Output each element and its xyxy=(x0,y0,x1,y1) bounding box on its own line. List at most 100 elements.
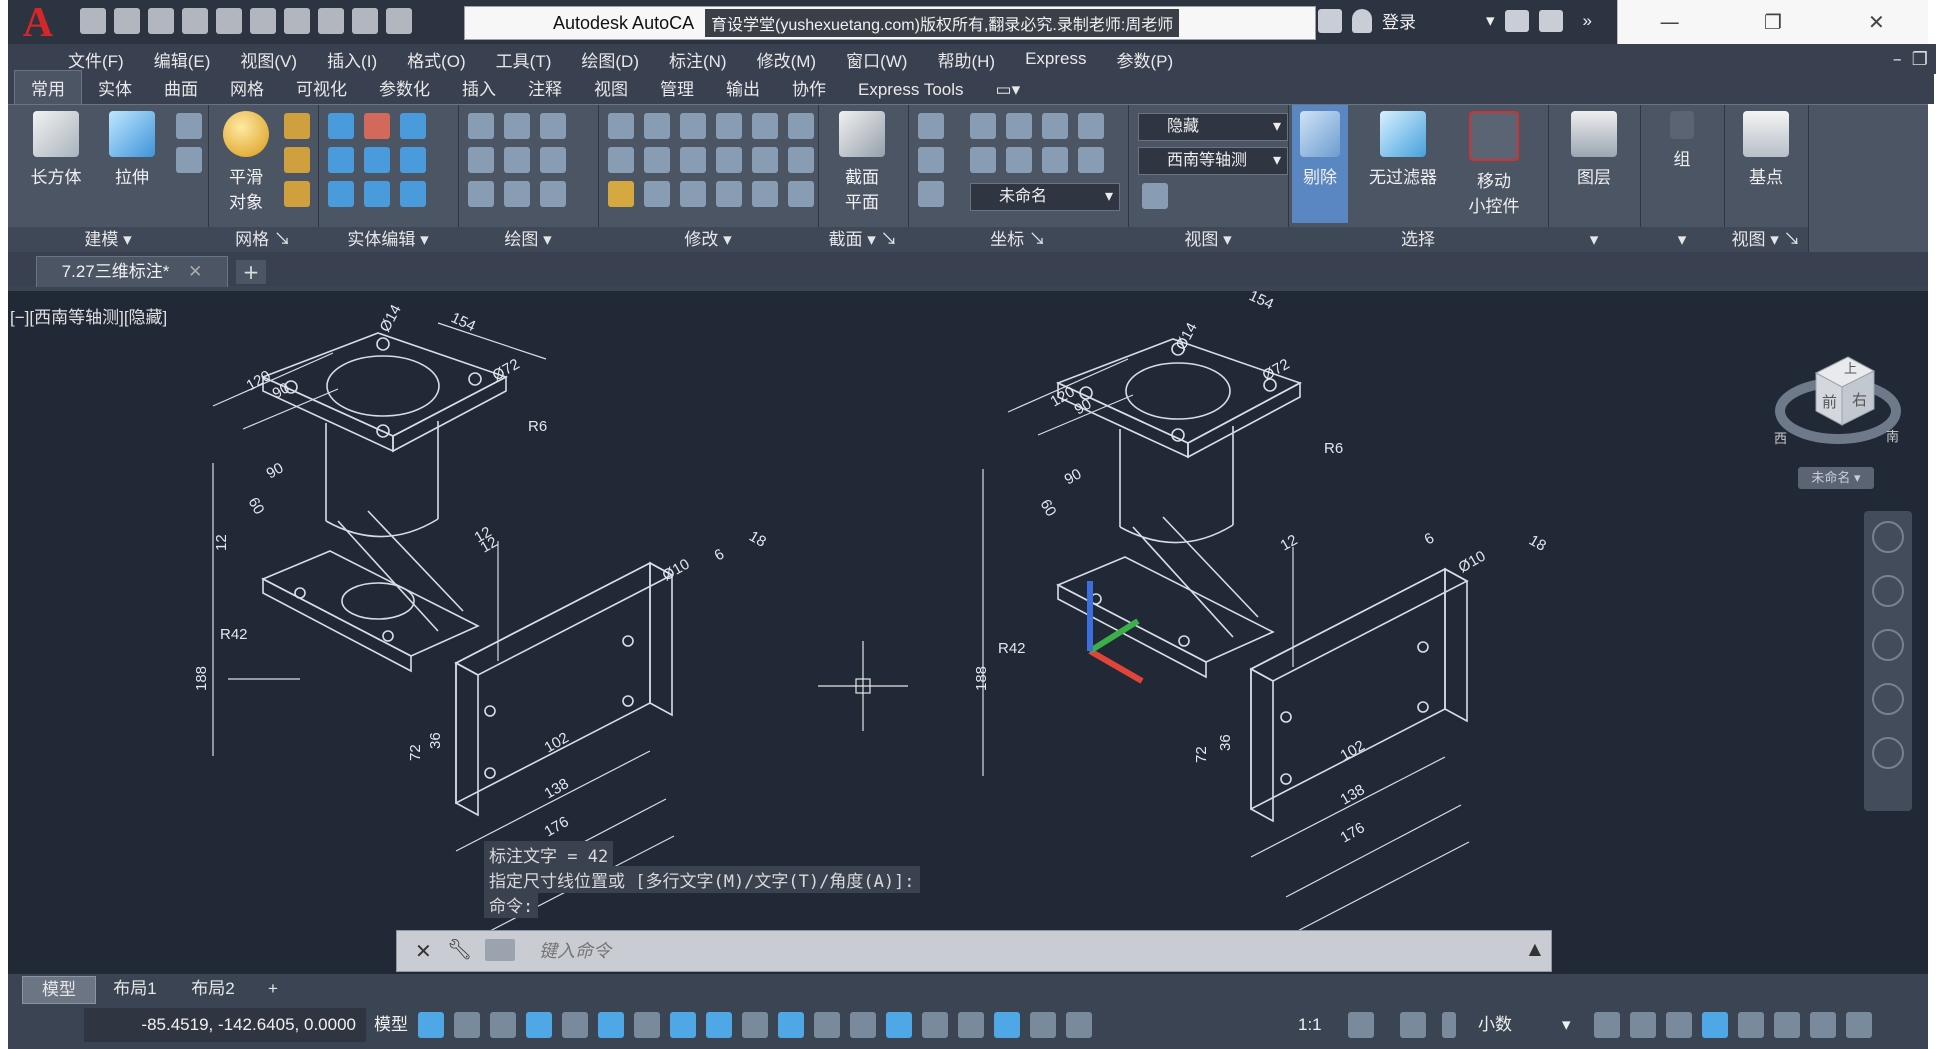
panel-view2-footer[interactable]: 视图 ▾ ↘ xyxy=(1724,227,1808,253)
units-dropdown-arrow[interactable]: ▾ xyxy=(1562,1008,1571,1042)
menu-modify[interactable]: 修改(M) xyxy=(742,47,831,72)
save-as-icon[interactable] xyxy=(182,8,208,34)
expand-icon[interactable]: » xyxy=(1583,11,1592,31)
object-snap-icon[interactable] xyxy=(706,1012,732,1038)
plus-icon[interactable] xyxy=(1400,1012,1426,1038)
erase-icon[interactable] xyxy=(788,147,814,173)
3d-align-icon[interactable] xyxy=(644,181,670,207)
close-icon[interactable]: ✕ xyxy=(1825,0,1928,44)
grid-icon[interactable] xyxy=(418,1012,444,1038)
user-icon[interactable] xyxy=(1352,8,1372,33)
trim-icon[interactable] xyxy=(752,113,778,139)
units-dropdown[interactable]: 小数 xyxy=(1478,1008,1512,1042)
coordinates-readout[interactable]: -85.4519, -142.6405, 0.0000 xyxy=(84,1008,366,1042)
object-snap-tracking-icon[interactable] xyxy=(670,1012,696,1038)
tab-surface[interactable]: 曲面 xyxy=(148,71,214,104)
base-button[interactable]: 基点 xyxy=(1732,111,1800,188)
move-gizmo-button[interactable]: 移动 小控件 xyxy=(1454,111,1534,217)
prompt-history-icon[interactable] xyxy=(485,939,515,961)
mesh-smooth-more-icon[interactable] xyxy=(284,113,310,139)
ucs-icon[interactable] xyxy=(918,113,944,139)
subtract-icon[interactable] xyxy=(364,113,390,139)
viewcube[interactable]: 上 前 右 西 南 未命名 ▾ xyxy=(1768,331,1908,491)
ucs-origin-icon[interactable] xyxy=(918,181,944,207)
panel-section-footer[interactable]: 截面 ▾ ↘ xyxy=(818,227,908,253)
document-tab[interactable]: 7.27三维标注* ✕ xyxy=(36,256,228,287)
panel-selection-footer[interactable]: 选择 xyxy=(1288,227,1548,253)
zoom-extents-icon[interactable] xyxy=(1872,629,1904,661)
close-tab-icon[interactable]: ✕ xyxy=(188,262,202,281)
no-filter-button[interactable]: 无过滤器 xyxy=(1358,111,1448,188)
section-plane-button[interactable]: 截面 平面 xyxy=(828,111,896,213)
snap-icon[interactable] xyxy=(454,1012,480,1038)
units-icon[interactable] xyxy=(1442,1012,1456,1038)
menu-edit[interactable]: 编辑(E) xyxy=(139,47,226,72)
layers-button[interactable]: 图层 xyxy=(1560,111,1628,188)
array-icon[interactable] xyxy=(752,181,778,207)
ucs-y-icon[interactable] xyxy=(1006,147,1032,173)
line-icon[interactable] xyxy=(504,147,530,173)
spline-icon[interactable] xyxy=(468,147,494,173)
mesh-refine-icon[interactable] xyxy=(284,181,310,207)
redo-icon[interactable] xyxy=(352,8,378,34)
graphics-performance-icon[interactable] xyxy=(1738,1012,1764,1038)
view-dropdown[interactable]: 西南等轴测 ▾ xyxy=(1138,147,1288,175)
autocad-logo-icon[interactable]: A xyxy=(8,2,68,44)
menu-express[interactable]: Express xyxy=(1010,49,1101,69)
transparency-icon[interactable] xyxy=(778,1012,804,1038)
undo-icon[interactable] xyxy=(318,8,344,34)
panel-coordinates-footer[interactable]: 坐标 ↘ xyxy=(908,227,1128,253)
tab-output[interactable]: 输出 xyxy=(710,71,776,104)
rotate-icon[interactable] xyxy=(680,147,706,173)
ucs-x-icon[interactable] xyxy=(1006,113,1032,139)
infer-constraints-icon[interactable] xyxy=(490,1012,516,1038)
ucs-object-icon[interactable] xyxy=(1078,113,1104,139)
tab-insert[interactable]: 插入 xyxy=(446,71,512,104)
binoculars-icon[interactable] xyxy=(1318,8,1342,33)
ellipse-icon[interactable] xyxy=(540,181,566,207)
login-link[interactable]: 登录 xyxy=(1382,8,1416,33)
tab-collaborate[interactable]: 协作 xyxy=(776,71,842,104)
dynamic-ucs-icon[interactable] xyxy=(886,1012,912,1038)
ucs-menu[interactable]: 未命名 ▾ xyxy=(1798,467,1874,489)
polygon-icon[interactable] xyxy=(468,181,494,207)
polyline-icon[interactable] xyxy=(468,113,494,139)
tab-manage[interactable]: 管理 xyxy=(644,71,710,104)
dropdown-arrow-icon[interactable]: ▾ xyxy=(1486,11,1495,31)
more-modify-icon[interactable] xyxy=(788,181,814,207)
mirror-icon[interactable] xyxy=(608,113,634,139)
ucs-z-icon[interactable] xyxy=(1042,147,1068,173)
tab-layout2[interactable]: 布局2 xyxy=(178,976,248,1002)
selection-filter-icon[interactable] xyxy=(922,1012,948,1038)
menu-file[interactable]: 文件(F) xyxy=(53,47,139,72)
menu-view[interactable]: 视图(V) xyxy=(225,47,312,72)
save-icon[interactable] xyxy=(148,8,174,34)
annotation-scale-value[interactable]: 1:1 xyxy=(1298,1008,1322,1042)
3d-osnap-icon[interactable] xyxy=(850,1012,876,1038)
ucs-dropdown[interactable]: 未命名 ▾ xyxy=(970,183,1120,211)
extrude-faces-icon[interactable] xyxy=(364,147,390,173)
customization-icon[interactable] xyxy=(1810,1012,1836,1038)
3d-polyline-icon[interactable] xyxy=(504,113,530,139)
separate-icon[interactable] xyxy=(400,147,426,173)
solid-slice-icon[interactable] xyxy=(400,113,426,139)
steering-wheel-icon[interactable] xyxy=(1872,521,1904,553)
tab-annotate[interactable]: 注释 xyxy=(512,71,578,104)
tab-layout1[interactable]: 布局1 xyxy=(100,976,170,1002)
fillet-edge-icon[interactable] xyxy=(364,181,390,207)
drawing-viewport[interactable]: [−][西南等轴测][隐藏] 154 Ø14 Ø72 120 90 R6 90 … xyxy=(8,291,1928,974)
clean-screen-icon[interactable] xyxy=(1774,1012,1800,1038)
cull-button[interactable]: 剔除 xyxy=(1292,105,1348,223)
tab-parametric[interactable]: 参数化 xyxy=(363,71,446,104)
orbit-icon[interactable] xyxy=(1872,683,1904,715)
pan-icon[interactable] xyxy=(1872,575,1904,607)
menu-insert[interactable]: 插入(I) xyxy=(312,47,392,72)
tab-mesh[interactable]: 网格 xyxy=(214,71,280,104)
intersect-icon[interactable] xyxy=(328,147,354,173)
brush-icon[interactable] xyxy=(608,181,634,207)
tab-view[interactable]: 视图 xyxy=(578,71,644,104)
selection-cycling-icon[interactable] xyxy=(814,1012,840,1038)
align-icon[interactable] xyxy=(716,147,742,173)
arc-icon[interactable] xyxy=(540,113,566,139)
menu-parametric[interactable]: 参数(P) xyxy=(1101,47,1188,72)
